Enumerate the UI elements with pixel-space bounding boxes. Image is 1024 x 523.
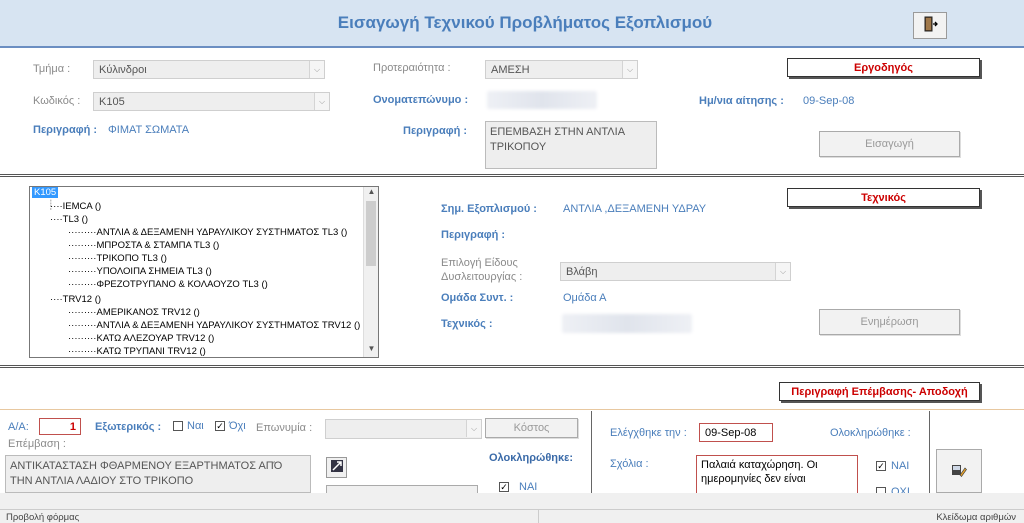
intervention-field[interactable]: ΑΝΤΙΚΑΤΑΣΤΑΣΗ ΦΘΑΡΜΕΝΟΥ ΕΞΑΡΤΗΜΑΤΟΣ ΑΠΌ … [5, 455, 311, 493]
edit-save-button[interactable] [936, 449, 982, 493]
comments-label: Σχόλια : [610, 458, 649, 470]
team-value: Ομάδα Α [563, 292, 607, 304]
scroll-up-icon[interactable]: ▲ [364, 187, 378, 200]
priority-label: Προτεραιότητα : [373, 62, 451, 74]
zoom-button[interactable] [326, 457, 347, 478]
update-button[interactable]: Ενημέρωση [819, 309, 960, 335]
brand-select[interactable]: ⌵ [325, 419, 482, 439]
external-yes-checkbox[interactable] [173, 421, 183, 431]
description-label: Περιγραφή : [33, 124, 98, 136]
external-label: Εξωτερικός : [95, 421, 162, 433]
equipment-point-label: Σημ. Εξοπλισμού : [441, 203, 537, 215]
tree-item[interactable]: ·········ΥΠΟΛΟΙΠΑ ΣΗΜΕΙΑ TL3 () [68, 266, 212, 277]
external-no-checkbox[interactable]: ✓ [215, 421, 225, 431]
intervention-tag: Περιγραφή Επέμβασης- Αποδοχή [779, 382, 980, 401]
tree-item[interactable]: ····TRV12 () [50, 294, 101, 305]
technician-label: Τεχνικός : [441, 318, 493, 330]
exit-button[interactable] [913, 12, 947, 39]
cost-button[interactable]: Κόστος [485, 418, 578, 438]
aa-field[interactable]: 1 [39, 418, 81, 435]
department-select[interactable]: Κύλινδροι ⌵ [93, 60, 325, 79]
tree-item[interactable]: ·········ΑΝΤΛΙΑ & ΔΕΞΑΜΕΝΗ ΥΔΡΑΥΛΙΚΟΥ ΣΥ… [68, 227, 347, 238]
problem-description-field[interactable]: ΕΠΕΜΒΑΣΗ ΣΤΗΝ ΑΝΤΛΙΑ ΤΡΙΚΟΠΟΥ [485, 121, 657, 169]
tree-item[interactable]: ·········ΑΜΕΡΙΚΑΝΟΣ TRV12 () [68, 307, 200, 318]
tree-item[interactable]: ····TL3 () [50, 214, 88, 225]
aa-label: Α/Α: [8, 421, 29, 433]
comments-field[interactable]: Παλαιά καταχώρηση. Οι ημερομηνίες δεν εί… [696, 455, 858, 493]
brand-label: Επωνυμία : [256, 422, 313, 434]
completed2-yes-checkbox[interactable]: ✓ [876, 461, 886, 471]
tree-item[interactable]: ·········ΑΝΤΛΙΑ & ΔΕΞΑΜΕΝΗ ΥΔΡΑΥΛΙΚΟΥ ΣΥ… [68, 320, 360, 331]
tree-root[interactable]: K105 [32, 187, 59, 198]
exit-door-icon [922, 16, 938, 35]
priority-value: ΑΜΕΣΗ [491, 64, 530, 76]
malfunction-label-line2: Δυσλειτουργίας : [441, 271, 523, 283]
problem-description-label: Περιγραφή : [403, 125, 468, 137]
code-label: Κωδικός : [33, 95, 81, 107]
department-value: Κύλινδροι [99, 64, 147, 76]
request-date-value: 09-Sep-08 [803, 95, 855, 107]
intervention-label: Επέμβαση : [8, 438, 66, 450]
department-label: Τμήμα : [33, 63, 71, 75]
priority-select[interactable]: ΑΜΕΣΗ ⌵ [485, 60, 638, 79]
technician-tag: Τεχνικός [787, 188, 980, 207]
chevron-down-icon[interactable]: ⌵ [314, 93, 329, 110]
partial-button[interactable] [326, 485, 478, 493]
equipment-point-value: ΑΝΤΛΙΑ ,ΔΕΞΑΜΕΝΗ ΥΔΡΑΥ [563, 203, 707, 215]
chevron-down-icon[interactable]: ⌵ [622, 61, 637, 78]
status-right: Κλείδωμα αριθμών [936, 512, 1016, 523]
chevron-down-icon[interactable]: ⌵ [309, 61, 324, 78]
zoom-icon [330, 459, 344, 476]
malfunction-value: Βλάβη [566, 266, 598, 278]
fullname-label: Ονοματεπώνυμο : [373, 94, 469, 106]
completed2-no-label: ΟΧΙ [891, 486, 910, 493]
chevron-down-icon[interactable]: ⌵ [775, 263, 790, 280]
section-divider [0, 174, 1024, 177]
fullname-value-redacted [487, 91, 597, 109]
tree-item[interactable]: ·········ΤΡΙΚΟΠΟ TL3 () [68, 253, 167, 264]
completed2-yes-label: ΝΑΙ [891, 460, 910, 472]
technical-description-label: Περιγραφή : [441, 229, 506, 241]
description-value: ΦΙΜΑΤ ΣΩΜΑΤΑ [108, 124, 190, 136]
technician-value-redacted [562, 314, 692, 333]
tree-item[interactable]: ·········ΚΑΤΩ ΑΛΕΖΟΥΑΡ TRV12 () [68, 333, 214, 344]
malfunction-label-line1: Επιλογή Είδους [441, 257, 518, 269]
request-date-label: Ημ/νια αίτησης : [699, 95, 784, 107]
vertical-divider [591, 411, 592, 493]
tree-item[interactable]: ·········ΦΡΕΖΟΤΡΥΠΑΝΟ & ΚΟΛΑΟΥΖΟ TL3 () [68, 279, 268, 290]
edit-pencil-icon [951, 462, 967, 481]
tree-scrollbar[interactable]: ▲ ▼ [363, 187, 378, 357]
code-select[interactable]: K105 ⌵ [93, 92, 330, 111]
external-yes-label: Ναι [187, 420, 204, 432]
equipment-tree[interactable]: K105 ┊ ····IEMCA () ····TL3 () ·········… [29, 186, 379, 358]
team-label: Ομάδα Συντ. : [441, 292, 514, 304]
malfunction-type-select[interactable]: Βλάβη ⌵ [560, 262, 791, 281]
tree-item[interactable]: ·········ΜΠΡΟΣΤΑ & ΣΤΑΜΠΑ TL3 () [68, 240, 219, 251]
status-divider [538, 510, 539, 523]
status-bar: Προβολή φόρμας Κλείδωμα αριθμών [0, 509, 1024, 523]
bottom-gap [0, 493, 1024, 509]
code-value: K105 [99, 96, 125, 108]
foreman-tag: Εργοδηγός [787, 58, 980, 77]
tree-item[interactable]: ·········ΚΑΤΩ ΤΡΥΠΑΝΙ TRV12 () [68, 346, 206, 357]
status-left: Προβολή φόρμας [6, 512, 80, 523]
completed2-label: Ολοκληρώθηκε : [830, 427, 911, 439]
scroll-down-icon[interactable]: ▼ [364, 344, 378, 357]
completed-yes-checkbox[interactable]: ✓ [499, 482, 509, 492]
checked-on-field[interactable]: 09-Sep-08 [699, 423, 773, 442]
completed-yes-label: ΝΑΙ [519, 481, 538, 493]
completed-label: Ολοκληρώθηκε: [489, 452, 574, 464]
subsection-line [0, 409, 1024, 410]
vertical-divider [929, 411, 930, 493]
chevron-down-icon[interactable]: ⌵ [466, 420, 481, 437]
submit-button[interactable]: Εισαγωγή [819, 131, 960, 157]
external-no-label: Όχι [229, 420, 246, 432]
tree-item[interactable]: ····IEMCA () [50, 201, 101, 212]
scroll-thumb[interactable] [366, 201, 376, 266]
page-title: Εισαγωγή Τεχνικού Προβλήματος Εξοπλισμού [337, 13, 713, 32]
section-divider [0, 365, 1024, 368]
malfunction-type-label: Επιλογή Είδους Δυσλειτουργίας : [441, 256, 522, 284]
checked-on-label: Ελέγχθηκε την : [610, 427, 687, 439]
